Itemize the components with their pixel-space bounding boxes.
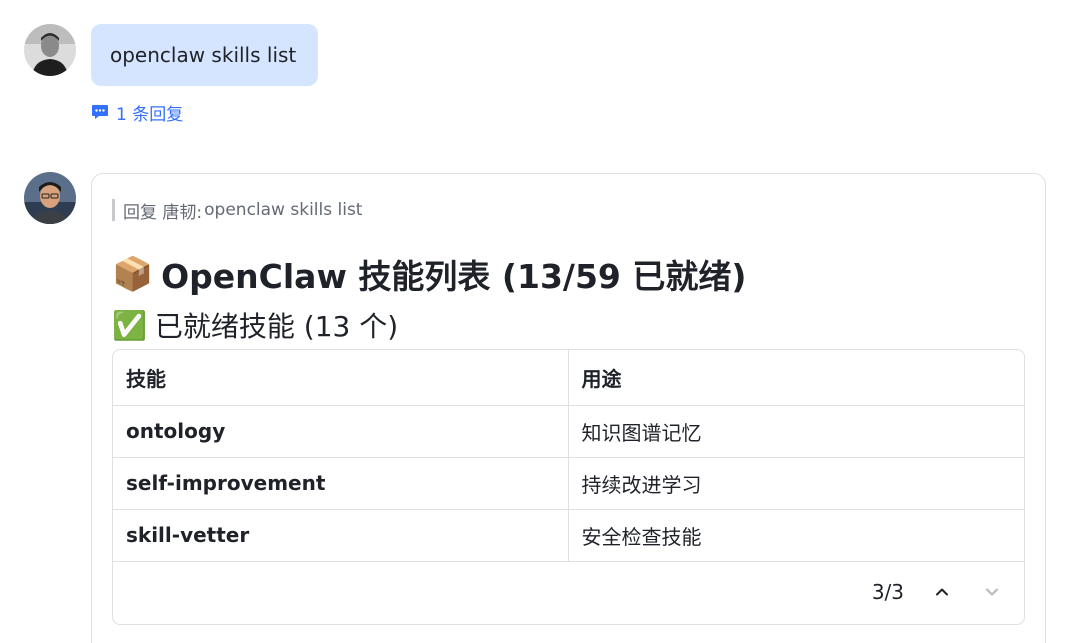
quote-prefix: 回复 唐韧: xyxy=(123,202,203,223)
message-text: openclaw skills list xyxy=(110,43,297,67)
check-mark-icon: ✅ xyxy=(112,308,147,342)
next-page-button[interactable] xyxy=(980,580,1004,604)
column-header-use: 用途 xyxy=(567,350,1024,406)
chevron-up-icon xyxy=(936,588,948,596)
page-indicator: 3/3 xyxy=(871,580,904,604)
package-icon: 📦 xyxy=(112,254,154,293)
use-cell: 安全检查技能 xyxy=(567,509,1024,562)
card-title-text: OpenClaw 技能列表 (13/59 已就绪) xyxy=(161,257,747,296)
card-subtitle-text: 已就绪技能 (13 个) xyxy=(154,310,399,343)
table-row: self-improvement 持续改进学习 xyxy=(113,457,1024,510)
avatar[interactable] xyxy=(24,24,76,76)
table-pager: 3/3 xyxy=(113,560,1024,624)
comment-bubble-icon xyxy=(92,105,108,119)
bot-reply-card: 回复 唐韧: openclaw skills list 📦 OpenClaw 技… xyxy=(91,173,1046,643)
skill-cell: skill-vetter xyxy=(113,509,568,562)
use-cell: 知识图谱记忆 xyxy=(567,405,1024,458)
quote-text: openclaw skills list xyxy=(204,200,363,220)
card-title: 📦 OpenClaw 技能列表 (13/59 已就绪) xyxy=(112,250,746,298)
column-header-skill: 技能 xyxy=(113,350,568,406)
quoted-reply[interactable]: 回复 唐韧: openclaw skills list xyxy=(112,199,363,223)
previous-page-button[interactable] xyxy=(930,580,954,604)
chat-thread: openclaw skills list 1 条回复 回复 唐韧: opencl… xyxy=(0,0,1080,643)
table-row: ontology 知识图谱记忆 xyxy=(113,405,1024,458)
skills-table: 技能 用途 ontology 知识图谱记忆 self-improvement 持… xyxy=(112,349,1025,625)
skill-cell: self-improvement xyxy=(113,457,568,510)
card-subtitle: ✅ 已就绪技能 (13 个) xyxy=(112,305,398,345)
user-message-bubble[interactable]: openclaw skills list xyxy=(91,24,319,86)
table-row: skill-vetter 安全检查技能 xyxy=(113,509,1024,562)
reply-thread-link[interactable]: 1 条回复 xyxy=(91,100,184,125)
use-cell: 持续改进学习 xyxy=(567,457,1024,510)
avatar[interactable] xyxy=(24,172,76,224)
reply-count-label: 1 条回复 xyxy=(116,104,184,125)
skill-cell: ontology xyxy=(113,405,568,458)
chevron-down-icon xyxy=(986,588,998,596)
table-header-row: 技能 用途 xyxy=(113,350,1024,406)
